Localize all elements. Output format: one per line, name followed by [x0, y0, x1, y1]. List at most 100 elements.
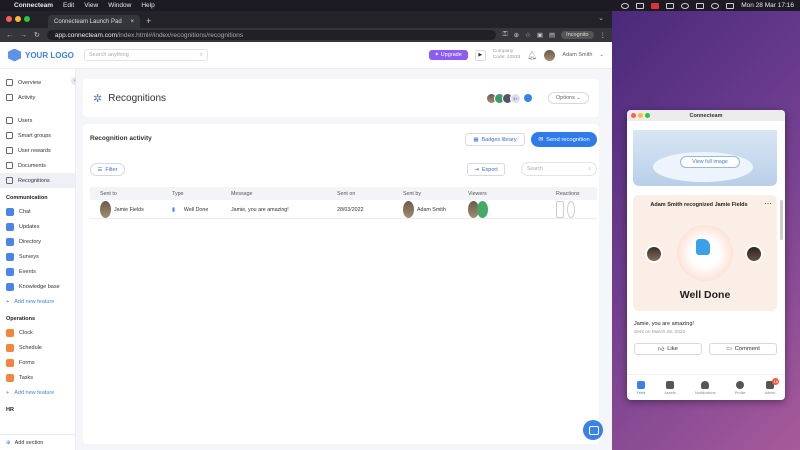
menu-help[interactable]: Help — [141, 2, 154, 9]
play-video-button[interactable]: ▶ — [474, 49, 486, 61]
viewer-avatars[interactable]: 3+ — [485, 92, 532, 104]
sidepanel-icon[interactable]: ▤ — [549, 31, 555, 39]
user-name[interactable]: Adam Smith — [562, 52, 592, 58]
col-message[interactable]: Message — [231, 187, 253, 200]
maximize-window-icon[interactable] — [24, 16, 30, 22]
browser-tab[interactable]: Connecteam Launch Pad × — [48, 15, 140, 28]
browser-menu-icon[interactable]: ⋮ — [600, 31, 607, 39]
close-window-icon[interactable] — [6, 16, 12, 22]
view-full-image-button[interactable]: View full image — [680, 156, 740, 168]
col-sent-on[interactable]: Sent on — [337, 187, 355, 200]
sidebar-item-documents[interactable]: Documents — [0, 158, 75, 173]
col-viewers[interactable]: Viewers — [468, 187, 487, 200]
table-row[interactable]: Jamie Fields ▮ Well Done Jamie, you are a… — [90, 201, 597, 219]
browser-toolbar: ← → ↻ app.connecteam.com /index.html#/in… — [0, 28, 612, 42]
menu-app-name[interactable]: Connecteam — [14, 2, 53, 9]
key-icon[interactable]: ⚿ — [503, 31, 508, 39]
minimize-window-icon[interactable] — [15, 16, 21, 22]
new-tab-icon[interactable]: + — [146, 16, 151, 26]
sidebar-item-recognitions[interactable]: Recognitions — [0, 173, 75, 188]
nav-assets[interactable]: Assets — [664, 380, 676, 395]
reload-icon[interactable]: ↻ — [34, 31, 40, 39]
col-sent-by[interactable]: Sent by — [403, 187, 421, 200]
recognition-card-title: Adam Smith recognized Jamie Fields — [650, 202, 748, 208]
wifi-icon[interactable] — [681, 2, 690, 9]
add-viewer-icon[interactable] — [523, 94, 532, 102]
user-avatar[interactable] — [544, 49, 556, 61]
sidebar-item-tasks[interactable]: Tasks — [0, 370, 75, 385]
like-icon[interactable] — [556, 201, 564, 218]
nav-feed[interactable]: Feed — [637, 380, 645, 395]
battery-icon[interactable] — [696, 2, 705, 9]
more-options-icon[interactable]: ⋯ — [764, 199, 772, 208]
status-bluetooth-icon[interactable] — [666, 2, 675, 9]
add-feature-communication[interactable]: + Add new feature — [0, 294, 75, 309]
extensions-icon[interactable]: ▣ — [537, 31, 543, 39]
comment-button[interactable]: ▭ Comment — [709, 343, 777, 355]
comment-icon: ▭ — [726, 346, 732, 352]
col-sent-to[interactable]: Sent to — [100, 187, 117, 200]
col-reactions[interactable]: Reactions — [556, 187, 580, 200]
status-screen-icon[interactable] — [636, 2, 645, 9]
global-search-input[interactable]: Search anything ⌕ — [84, 49, 208, 61]
close-tab-icon[interactable]: × — [130, 19, 134, 25]
book-icon — [6, 282, 14, 291]
sidebar-item-label: Tasks — [19, 374, 34, 381]
export-button[interactable]: ⇥ Export — [467, 163, 505, 176]
cell-viewers[interactable] — [468, 201, 488, 218]
nav-admin[interactable]: 15 Admin — [765, 377, 780, 395]
upgrade-button[interactable]: ✦ Upgrade — [428, 50, 468, 60]
bell-icon[interactable]: 🔔︎ — [527, 51, 537, 60]
nav-profile[interactable]: Profile — [735, 380, 746, 395]
sidebar-item-activity[interactable]: Activity — [0, 90, 75, 105]
like-button[interactable]: 👍︎ Like — [634, 343, 702, 355]
search-spotlight-icon[interactable] — [711, 2, 720, 9]
scrollbar[interactable] — [780, 200, 783, 240]
sidebar-item-surveys[interactable]: Surveys — [0, 249, 75, 264]
address-bar[interactable]: app.connecteam.com /index.html#/index/re… — [46, 30, 496, 40]
sidebar-item-chat[interactable]: Chat — [0, 204, 75, 219]
sidebar-item-directory[interactable]: Directory — [0, 234, 75, 249]
status-app-icon[interactable] — [651, 2, 660, 9]
sidebar-item-updates[interactable]: Updates — [0, 219, 75, 234]
options-dropdown[interactable]: Options ⌄ — [547, 92, 589, 104]
chat-support-button[interactable] — [583, 420, 603, 440]
chevron-down-icon[interactable]: ⌄ — [598, 14, 604, 22]
forward-icon[interactable]: → — [20, 32, 27, 39]
add-feature-operations[interactable]: + Add new feature — [0, 385, 75, 400]
badges-library-button[interactable]: ▦ Badges library — [465, 133, 525, 146]
incognito-badge[interactable]: Incognito — [561, 31, 594, 39]
cell-sent-on: 28/03/2022 — [337, 206, 364, 213]
menu-edit[interactable]: Edit — [63, 2, 74, 9]
sidebar-item-events[interactable]: Events — [0, 264, 75, 279]
send-recognition-button[interactable]: ✉ Send recognition — [531, 132, 597, 147]
page-title: Recognitions — [108, 92, 167, 104]
zoom-icon[interactable]: ⊕ — [514, 31, 519, 39]
sidebar-item-overview[interactable]: Overview — [0, 75, 75, 90]
control-center-icon[interactable] — [726, 2, 735, 9]
sidebar-item-clock[interactable]: Clock — [0, 325, 75, 340]
comment-icon[interactable] — [567, 201, 575, 218]
search-icon: ⌕ — [199, 51, 203, 58]
back-icon[interactable]: ← — [6, 32, 13, 39]
sidebar-item-users[interactable]: Users — [0, 113, 75, 128]
bookmark-star-icon[interactable]: ☆ — [525, 31, 531, 39]
menu-view[interactable]: View — [84, 2, 98, 9]
status-record-icon[interactable] — [621, 2, 630, 9]
company-logo[interactable]: YOUR LOGO — [8, 48, 84, 62]
sidebar-item-knowledge-base[interactable]: Knowledge base — [0, 279, 75, 294]
table-search-input[interactable]: Search ⌕ — [521, 162, 597, 176]
bell-icon — [701, 380, 710, 389]
chevron-down-icon[interactable]: ⌄ — [599, 52, 604, 58]
logo-text: YOUR LOGO — [25, 50, 74, 60]
menu-window[interactable]: Window — [108, 2, 131, 9]
nav-notifications[interactable]: Notifications — [695, 380, 716, 395]
add-section-button[interactable]: ⊕ Add section — [0, 434, 75, 450]
sidebar-item-forms[interactable]: Forms — [0, 355, 75, 370]
sidebar-item-smart-groups[interactable]: Smart groups — [0, 128, 75, 143]
sidebar-item-user-rewards[interactable]: User rewards — [0, 143, 75, 158]
recognition-image: View full image — [633, 130, 777, 186]
col-type[interactable]: Type — [172, 187, 183, 200]
sidebar-item-schedule[interactable]: Schedule — [0, 340, 75, 355]
filter-button[interactable]: ☰ Filter — [90, 163, 125, 176]
